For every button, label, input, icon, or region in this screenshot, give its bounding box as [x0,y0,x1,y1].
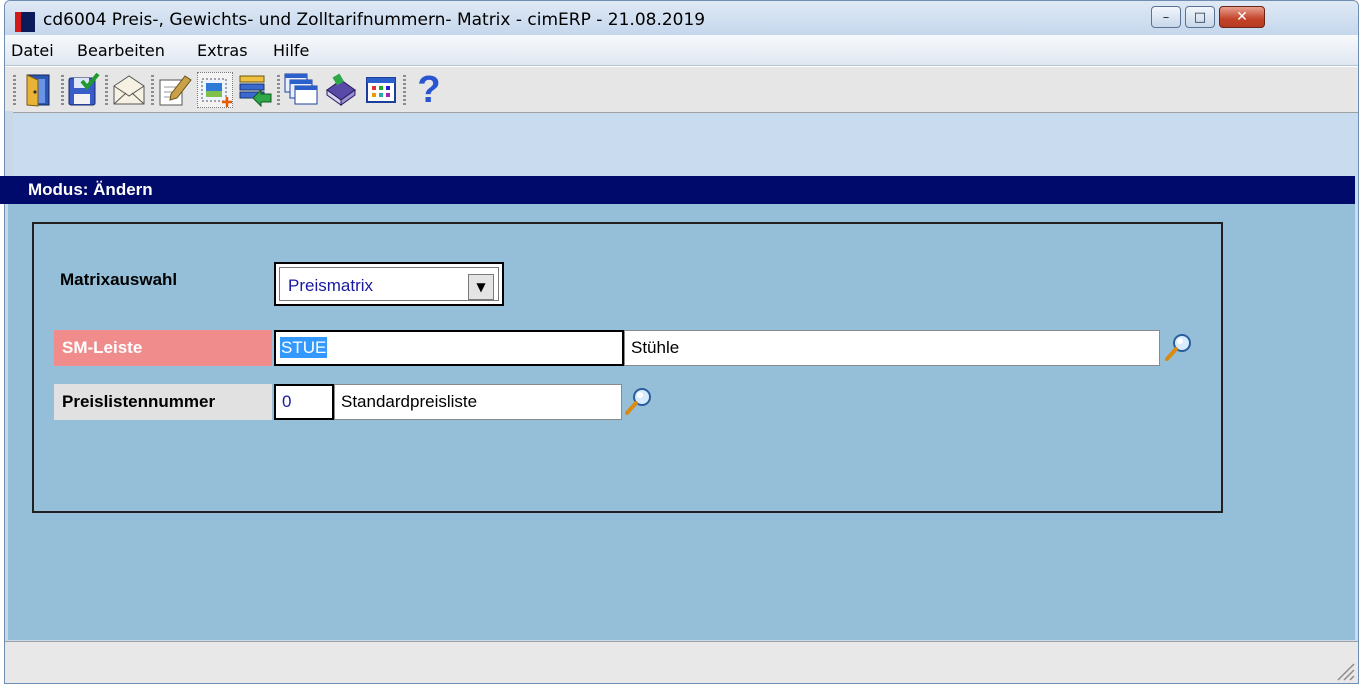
preisliste-number-input[interactable]: 0 [274,384,334,420]
edit-notes-icon[interactable] [157,72,193,108]
new-record-icon[interactable] [197,72,233,108]
minimize-button[interactable]: – [1151,6,1181,28]
sm-leiste-name-field[interactable]: Stühle [624,330,1160,366]
matrix-select-frame: Preismatrix ▼ [279,267,499,301]
mode-label: Modus: Ändern [28,180,153,199]
menu-hilfe[interactable]: Hilfe [273,41,309,60]
preisliste-name-field[interactable]: Standardpreisliste [334,384,622,420]
toolbar-separator [151,75,154,105]
preislistennummer-label: Preislistennummer [54,384,272,420]
matrix-label: Matrixauswahl [60,270,178,289]
mode-bar [0,176,1355,204]
app-logo-icon[interactable] [15,12,35,32]
menu-bar: Datei Bearbeiten Extras Hilfe [5,35,1358,66]
title-bar[interactable]: cd6004 Preis-, Gewichts- und Zolltarifnu… [5,1,1358,35]
save-check-icon[interactable] [65,72,101,108]
toolbar-grip[interactable] [13,75,16,105]
menu-extras[interactable]: Extras [197,41,248,60]
status-bar [5,641,1358,683]
list-import-icon[interactable] [237,72,273,108]
filter-group-box [32,222,1223,513]
sm-leiste-code-input[interactable]: STUE [274,330,624,366]
toolbar-separator [403,75,406,105]
book-icon[interactable] [323,72,359,108]
menu-datei[interactable]: Datei [11,41,54,60]
mail-envelope-icon[interactable] [111,72,147,108]
matrix-select[interactable]: Preismatrix ▼ [274,262,504,306]
sm-leiste-code-selection: STUE [280,337,328,358]
toolbar: ? [5,66,1358,113]
help-question-icon[interactable]: ? [411,71,447,109]
exit-door-icon[interactable] [21,72,57,108]
matrix-select-value: Preismatrix [288,276,374,295]
toolbar-separator [105,75,108,105]
toolbar-separator [61,75,64,105]
maximize-button[interactable]: □ [1185,6,1215,28]
toolbar-separator [277,75,280,105]
lookup-search-icon[interactable] [624,386,654,416]
menu-bearbeiten[interactable]: Bearbeiten [77,41,165,60]
close-button[interactable]: ✕ [1219,6,1265,28]
resize-grip-icon[interactable] [1334,660,1356,682]
lookup-search-icon[interactable] [1164,332,1194,362]
chevron-down-icon[interactable]: ▼ [468,274,494,300]
window-title: cd6004 Preis-, Gewichts- und Zolltarifnu… [43,10,706,30]
grid-table-icon[interactable] [363,72,399,108]
sm-leiste-label: SM-Leiste [54,330,272,366]
windows-stack-icon[interactable] [283,72,319,108]
